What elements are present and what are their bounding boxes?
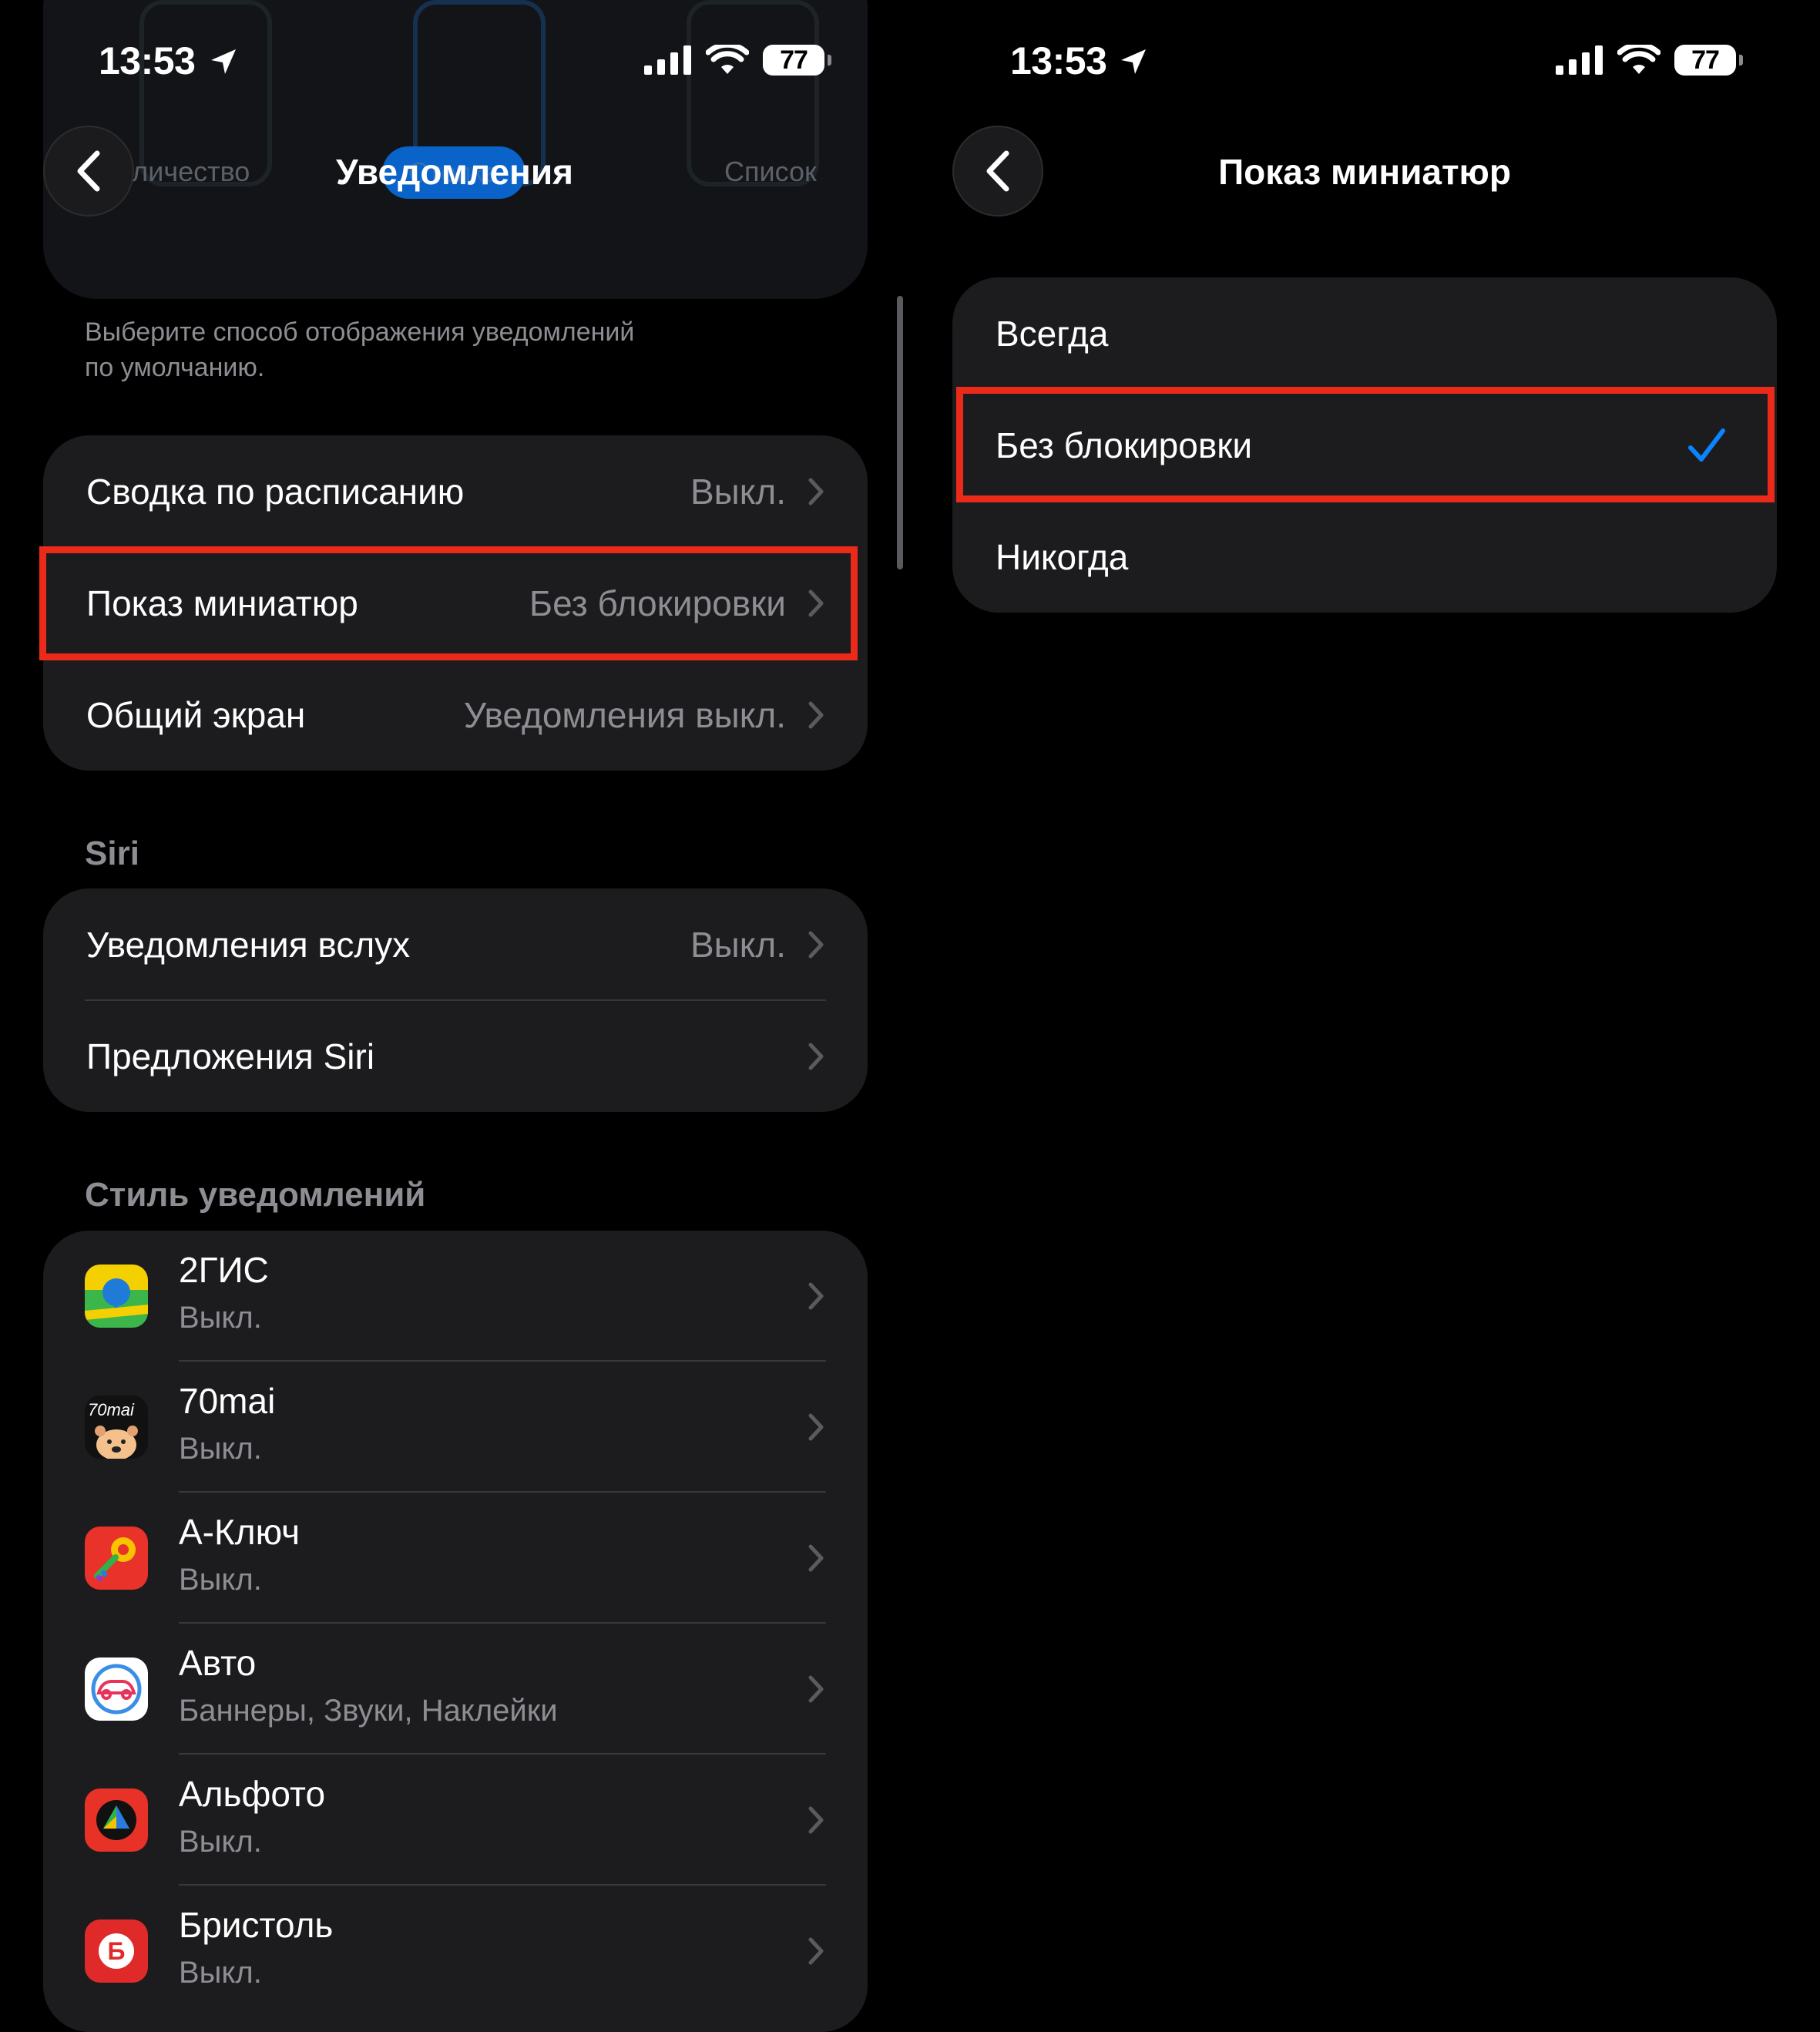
chevron-right-icon bbox=[808, 1806, 824, 1834]
app-row-bristol[interactable]: Б Бристоль Выкл. bbox=[43, 1886, 868, 2017]
row-label: Уведомления вслух bbox=[86, 924, 411, 965]
70mai-logo-text: 70mai bbox=[88, 1400, 134, 1419]
left-screen: Количество Стопка Список 13:53 77 Уведом… bbox=[0, 0, 903, 2032]
option-always[interactable]: Всегда bbox=[952, 277, 1777, 389]
app-row-70mai[interactable]: 70mai 70mai Выкл. bbox=[43, 1362, 868, 1493]
row-value: Уведомления выкл. bbox=[463, 694, 786, 735]
siri-card: Уведомления вслух Выкл. Предложения Siri bbox=[43, 888, 868, 1112]
cellular-signal-icon bbox=[1556, 45, 1603, 75]
app-name: 2ГИС bbox=[179, 1250, 269, 1290]
option-label: Всегда bbox=[996, 313, 1109, 354]
status-time: 13:53 bbox=[99, 39, 196, 82]
right-screen: 13:53 77 Показ миниатюр Всегда Без блоки… bbox=[910, 0, 1820, 1973]
app-subtitle: Баннеры, Звуки, Наклейки bbox=[179, 1694, 558, 1728]
highlight-when-unlocked bbox=[956, 387, 1775, 502]
battery-icon: 77 bbox=[1674, 45, 1743, 76]
hint-line-1: Выберите способ отображения уведомлений bbox=[85, 317, 635, 347]
chevron-right-icon bbox=[808, 1544, 824, 1572]
style-option-list[interactable]: Список bbox=[724, 156, 817, 188]
chevron-right-icon bbox=[808, 1937, 824, 1965]
70mai-app-icon: 70mai bbox=[85, 1396, 148, 1459]
siri-section-header: Siri bbox=[85, 835, 139, 872]
cellular-signal-icon bbox=[644, 45, 691, 75]
bristol-app-icon: Б bbox=[85, 1919, 148, 1983]
app-name: А-Ключ bbox=[179, 1512, 301, 1552]
chevron-left-icon bbox=[986, 150, 1009, 192]
row-label: Предложения Siri bbox=[86, 1036, 375, 1076]
option-label: Никогда bbox=[996, 536, 1129, 577]
hint-line-2: по умолчанию. bbox=[85, 353, 265, 382]
app-name: Бристоль bbox=[179, 1905, 334, 1945]
apps-card: 2ГИС Выкл. 70mai 70mai Выкл. А-Ключ Выкл… bbox=[43, 1231, 868, 2032]
app-subtitle: Выкл. bbox=[179, 1432, 262, 1466]
a-key-app-icon bbox=[85, 1527, 148, 1590]
scroll-indicator[interactable] bbox=[897, 296, 903, 569]
app-subtitle: Выкл. bbox=[179, 1956, 262, 1990]
alphoto-app-icon bbox=[85, 1788, 148, 1852]
location-arrow-icon bbox=[211, 49, 236, 74]
chevron-right-icon bbox=[808, 1675, 824, 1703]
row-announce-notifications[interactable]: Уведомления вслух Выкл. bbox=[43, 888, 868, 1000]
back-button[interactable] bbox=[43, 126, 134, 217]
status-icons: 77 bbox=[1556, 45, 1743, 76]
app-row-alphoto[interactable]: Альфото Выкл. bbox=[43, 1755, 868, 1886]
chevron-right-icon bbox=[808, 931, 824, 958]
battery-icon: 77 bbox=[763, 45, 831, 76]
chevron-right-icon bbox=[808, 1282, 824, 1310]
row-siri-suggestions[interactable]: Предложения Siri bbox=[43, 1000, 868, 1112]
wifi-icon bbox=[1617, 45, 1660, 74]
style-section-header: Стиль уведомлений bbox=[85, 1176, 426, 1214]
auto-app-icon bbox=[85, 1658, 148, 1721]
status-time: 13:53 bbox=[1010, 39, 1107, 82]
highlight-show-previews bbox=[39, 546, 858, 660]
row-value: Выкл. bbox=[690, 924, 786, 965]
app-subtitle: Выкл. bbox=[179, 1563, 262, 1597]
wifi-icon bbox=[706, 45, 749, 74]
app-subtitle: Выкл. bbox=[179, 1825, 262, 1859]
app-name: Альфото bbox=[179, 1774, 326, 1814]
row-label: Сводка по расписанию bbox=[86, 471, 465, 512]
chevron-right-icon bbox=[808, 701, 824, 728]
bristol-logo-badge: Б bbox=[99, 1933, 134, 1969]
option-never[interactable]: Никогда bbox=[952, 501, 1777, 613]
row-value: Выкл. bbox=[690, 471, 786, 512]
app-row-auto[interactable]: Авто Баннеры, Звуки, Наклейки bbox=[43, 1624, 868, 1755]
status-icons: 77 bbox=[644, 45, 831, 76]
chevron-right-icon bbox=[808, 1413, 824, 1441]
chevron-right-icon bbox=[808, 478, 824, 505]
app-subtitle: Выкл. bbox=[179, 1301, 262, 1335]
chevron-right-icon bbox=[808, 1043, 824, 1070]
app-name: 70mai bbox=[179, 1381, 276, 1421]
2gis-app-icon bbox=[85, 1265, 148, 1328]
row-label: Общий экран bbox=[86, 694, 306, 735]
app-row-a-key[interactable]: А-Ключ Выкл. bbox=[43, 1493, 868, 1624]
back-button[interactable] bbox=[952, 126, 1043, 217]
app-name: Авто bbox=[179, 1643, 257, 1683]
app-row-2gis[interactable]: 2ГИС Выкл. bbox=[43, 1231, 868, 1362]
page-title: Показ миниатюр bbox=[1218, 152, 1511, 192]
row-scheduled-summary[interactable]: Сводка по расписанию Выкл. bbox=[43, 435, 868, 547]
location-arrow-icon bbox=[1121, 49, 1146, 74]
row-screen-sharing[interactable]: Общий экран Уведомления выкл. bbox=[43, 659, 868, 771]
page-title: Уведомления bbox=[336, 152, 573, 192]
display-style-hint: Выберите способ отображения уведомлений … bbox=[85, 314, 778, 385]
chevron-left-icon bbox=[77, 150, 100, 192]
